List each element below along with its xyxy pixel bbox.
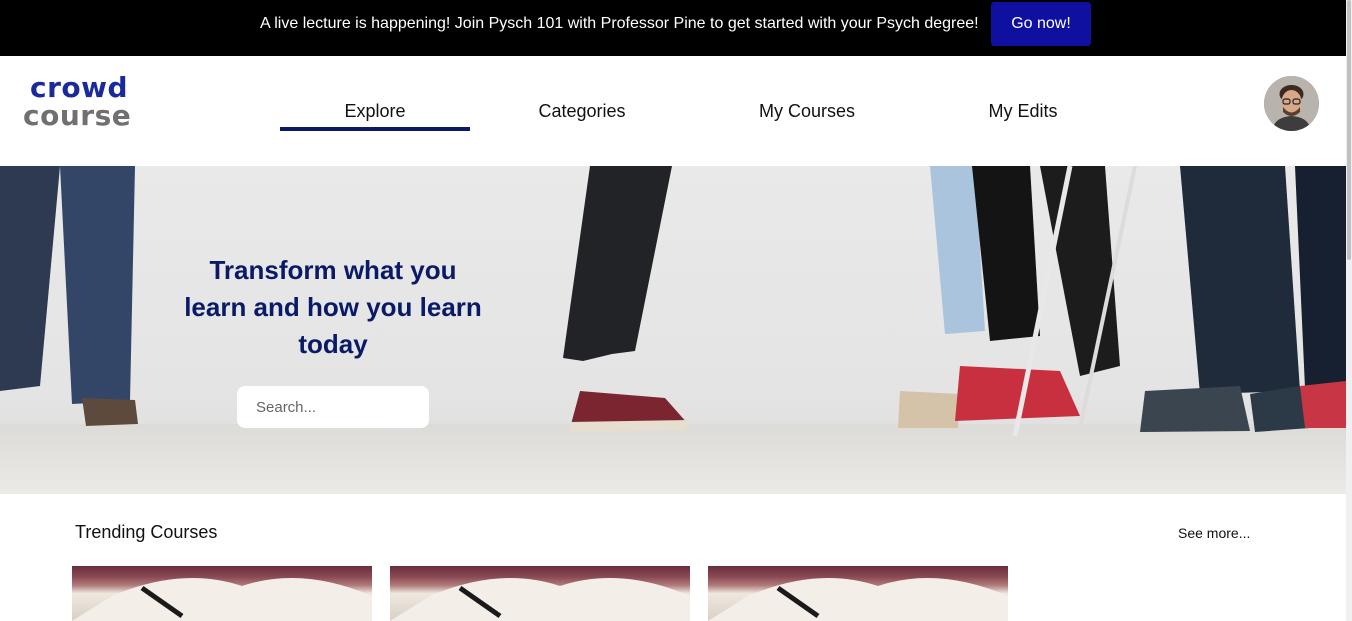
see-more-link[interactable]: See more... bbox=[1178, 525, 1250, 541]
course-card[interactable] bbox=[390, 566, 690, 621]
trending-courses-title: Trending Courses bbox=[75, 522, 218, 542]
user-avatar[interactable] bbox=[1264, 76, 1319, 131]
site-header: crowd course Explore Categories My Cours… bbox=[0, 56, 1346, 166]
nav-explore[interactable]: Explore bbox=[280, 56, 470, 166]
course-card[interactable] bbox=[72, 566, 372, 621]
nav-my-courses[interactable]: My Courses bbox=[730, 56, 884, 166]
crowdcourse-logo[interactable]: crowd course bbox=[23, 74, 131, 130]
go-now-button[interactable]: Go now! bbox=[991, 2, 1091, 46]
course-card-image bbox=[72, 578, 372, 621]
page-scrollbar-thumb[interactable] bbox=[1347, 0, 1351, 260]
nav-my-courses-label: My Courses bbox=[758, 100, 856, 121]
announcement-text: A live lecture is happening! Join Pysch … bbox=[260, 15, 979, 32]
user-avatar-icon bbox=[1264, 76, 1319, 131]
logo-line-crowd: crowd bbox=[30, 71, 129, 104]
nav-categories-label: Categories bbox=[538, 100, 626, 121]
logo-line-course: course bbox=[23, 99, 132, 132]
nav-categories[interactable]: Categories bbox=[500, 56, 664, 166]
course-card[interactable] bbox=[708, 566, 1008, 621]
hero-title: Transform what you learn and how you lea… bbox=[184, 255, 482, 359]
announcement-bar: A live lecture is happening! Join Pysch … bbox=[0, 0, 1346, 56]
nav-my-edits-label: My Edits bbox=[988, 100, 1058, 121]
course-card-image bbox=[390, 578, 690, 621]
nav-explore-label: Explore bbox=[344, 100, 406, 121]
search-input[interactable] bbox=[237, 386, 429, 428]
course-card-image bbox=[708, 578, 1008, 621]
hero-banner: Transform what you learn and how you lea… bbox=[0, 166, 1346, 494]
nav-my-edits[interactable]: My Edits bbox=[958, 56, 1088, 166]
